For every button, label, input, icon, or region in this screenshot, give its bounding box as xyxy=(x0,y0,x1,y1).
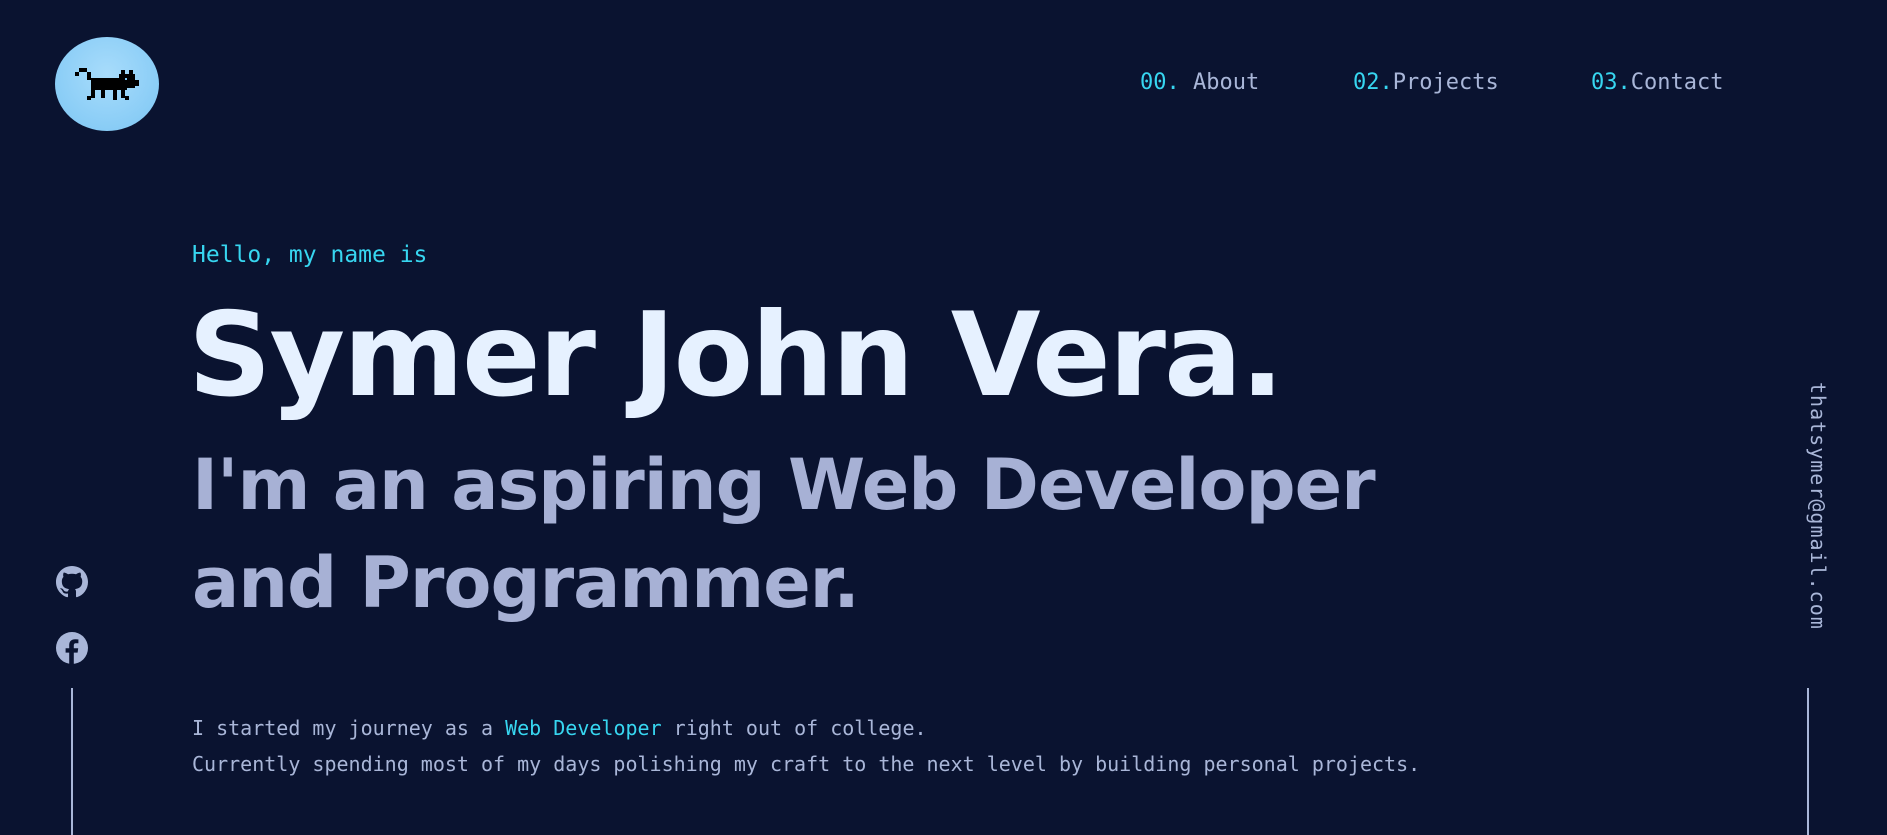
nav-contact[interactable]: 03.Contact xyxy=(1591,70,1723,95)
right-divider-line xyxy=(1807,688,1809,835)
nav-projects[interactable]: 02.Projects xyxy=(1353,70,1499,95)
bio: I started my journey as a Web Developer … xyxy=(192,710,1420,782)
hero-greeting: Hello, my name is xyxy=(192,242,428,268)
nav-projects-label: Projects xyxy=(1392,70,1499,95)
logo-link[interactable] xyxy=(55,37,159,131)
nav-about[interactable]: 00. About xyxy=(1140,70,1259,95)
nav-projects-number: 02. xyxy=(1353,70,1393,95)
github-icon xyxy=(56,566,88,598)
bio-line-1: I started my journey as a Web Developer … xyxy=(192,710,1420,746)
hero-tagline: I'm an aspiring Web Developer and Progra… xyxy=(192,444,1376,624)
nav-contact-number: 03. xyxy=(1591,70,1631,95)
bio-line-1-prefix: I started my journey as a xyxy=(192,716,506,740)
facebook-link[interactable] xyxy=(56,632,88,664)
nav-about-number: 00. xyxy=(1140,70,1180,95)
facebook-icon xyxy=(56,632,88,664)
bio-line-2: Currently spending most of my days polis… xyxy=(192,752,1421,776)
email-link[interactable]: thatsymer@gmail.com xyxy=(1806,382,1830,630)
github-link[interactable] xyxy=(56,566,88,598)
nav-about-label: About xyxy=(1179,70,1260,95)
pixel-cat-icon xyxy=(75,68,139,100)
nav-contact-label: Contact xyxy=(1630,70,1724,95)
bio-highlight: Web Developer xyxy=(505,716,662,740)
hero-name: Symer John Vera. xyxy=(188,288,1284,423)
left-divider-line xyxy=(71,688,73,835)
bio-line-1-suffix: right out of college. xyxy=(661,716,927,740)
